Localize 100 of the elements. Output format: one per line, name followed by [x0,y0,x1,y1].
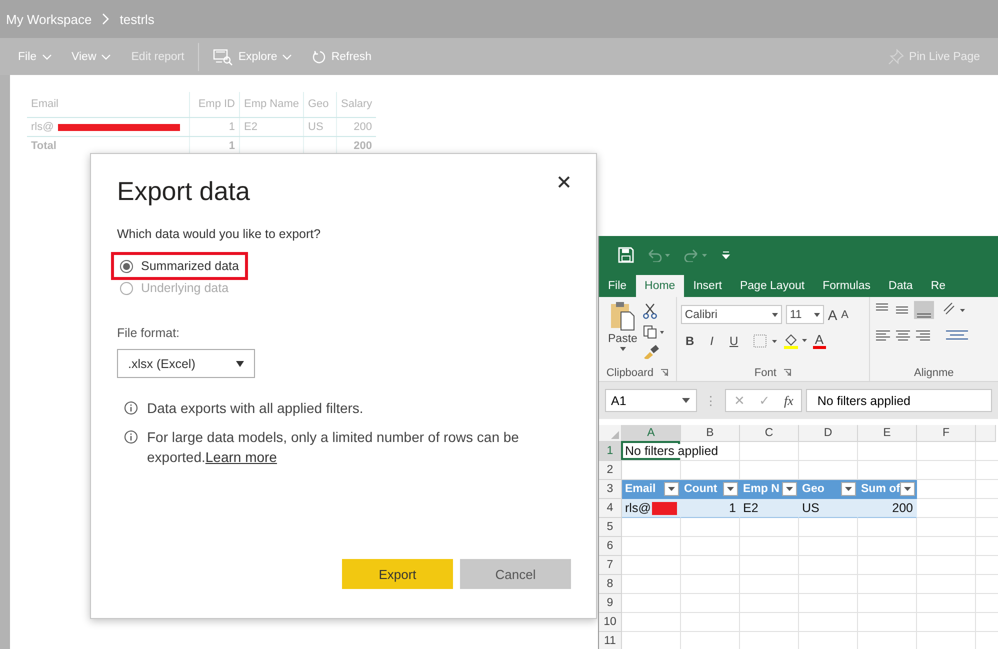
sheet-cell: Email [625,483,656,495]
ribbon-tab[interactable]: File [599,275,636,297]
row-number: 6 [599,537,622,556]
ribbon-tab[interactable]: Data [880,275,922,297]
ribbon-tab[interactable]: Formulas [814,275,880,297]
sheet-cell: US [802,501,820,515]
ribbon-tab[interactable]: Re [922,275,955,297]
format-label: File format: [117,326,181,340]
column-header: F [917,425,976,442]
info-text: For large data models, only a limited number of rows can be exported.Learn more [147,428,520,467]
filter-icon[interactable] [782,482,797,496]
cut-icon[interactable] [643,303,658,319]
row-number: 9 [599,594,622,613]
total-cell: 200 [354,140,372,152]
row-number: 3 [599,480,622,499]
format-button[interactable]: I [702,334,721,348]
pin-icon [888,48,904,64]
sheet-cell: Sum of [861,483,900,495]
sheet-cell: 1 [729,501,736,515]
launcher-icon[interactable] [661,369,668,376]
row-number: 2 [599,461,622,480]
formula-button[interactable]: fx [784,392,794,408]
ribbon-tab[interactable]: Insert [684,275,731,297]
row-number: 5 [599,518,622,537]
row-number: 1 [599,442,622,461]
refresh-icon [312,50,326,64]
fill-color-icon[interactable] [782,333,809,349]
font-name-field[interactable]: Calibri [680,305,782,324]
filter-icon[interactable] [841,482,856,496]
column-header: Salary [340,97,374,112]
customize-icon[interactable] [722,250,730,258]
paste-icon[interactable] [610,301,636,331]
row-number: 7 [599,556,622,575]
table-cell: 200 [354,121,372,133]
info-icon [124,401,138,415]
copy-icon[interactable] [643,325,666,339]
cell-reference: A1 [611,394,626,408]
font-name-value: Calibri [684,308,718,320]
caret-icon[interactable] [772,312,778,316]
ribbon-tab[interactable]: Page Layout [730,275,814,297]
row-number: 11 [599,632,622,649]
group-label: Clipboard [606,366,654,378]
explore-icon [213,48,234,66]
format-dropdown[interactable]: .xlsx (Excel) [117,349,255,378]
sheet-cell: Geo [802,483,824,495]
paste-button[interactable]: Paste [608,333,638,345]
group-label: Alignme [914,366,954,378]
grow-font-button[interactable]: A [828,306,838,322]
column-header: C [740,425,799,442]
cancel-button[interactable]: Cancel [460,559,571,589]
radio-option[interactable]: Summarized data [120,259,239,273]
brush-icon[interactable] [643,345,660,359]
save-icon[interactable] [618,246,634,262]
caret-icon[interactable] [814,312,820,316]
column-header: D [799,425,858,442]
total-cell: Total [31,140,56,152]
table-cell: E2 [244,121,258,133]
caret-icon [236,360,244,366]
chevron-down-icon [42,54,52,60]
filter-icon[interactable] [723,482,738,496]
group-label: Font [754,366,776,378]
font-size-value: 11 [790,308,802,320]
sheet-cell: Count [684,483,718,495]
row-number: 4 [599,499,622,518]
column-header: B [681,425,740,442]
chevron-right-icon [102,13,110,25]
formula-field[interactable]: No filters applied [806,389,992,412]
info-icon [124,430,138,444]
format-button[interactable]: U [724,334,743,348]
caret-icon[interactable] [620,347,626,351]
column-header: Geo [304,92,337,117]
chevron-down-icon [101,54,112,60]
sheet-cell: No filters applied [625,444,718,458]
total-cell: 1 [228,140,235,152]
name-box[interactable]: A1 [605,389,697,412]
format-button[interactable]: B [680,334,699,348]
launcher-icon[interactable] [784,369,792,376]
learn-more-link[interactable]: Learn more [205,449,277,465]
close-icon[interactable] [558,176,570,188]
font-color-button[interactable]: A [812,333,826,349]
ribbon-tab[interactable]: Home [636,275,684,297]
column-header: A [622,425,681,442]
filter-icon[interactable] [900,482,915,496]
chevron-down-icon [282,54,292,60]
row-number: 8 [599,575,622,594]
sheet-cell: Emp N [743,483,780,495]
question-text: Which data would you like to export? [117,227,322,241]
sheet-cell: E2 [743,501,758,515]
export-button[interactable]: Export [342,559,453,589]
column-header: Email [27,92,190,117]
column-header: Emp Name [240,92,304,117]
font-size-field[interactable]: 11 [786,305,824,324]
row-number: 10 [599,613,622,632]
table-cell: 1 [228,121,235,133]
column-header: Emp ID [190,92,240,117]
caret-icon[interactable] [682,398,690,403]
column-header: E [858,425,917,442]
shrink-font-button[interactable]: A [841,308,849,320]
sheet-cell: rls@ [625,501,651,515]
filter-icon[interactable] [664,482,679,496]
